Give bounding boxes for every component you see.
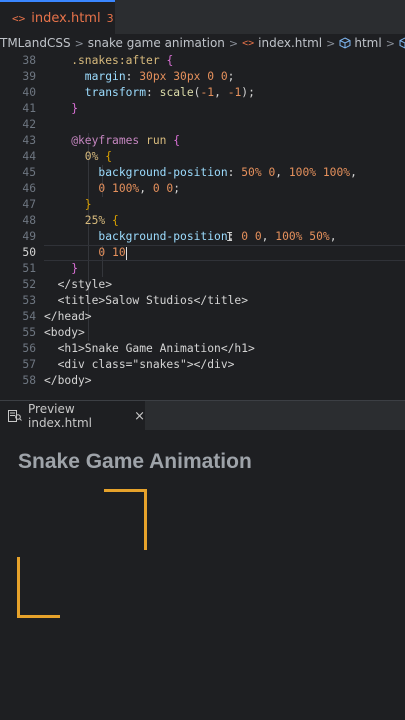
preview-icon: [8, 407, 22, 426]
tab-label: index.html: [31, 10, 101, 26]
breadcrumb-item-file[interactable]: index.html: [258, 36, 322, 50]
line-number: 40: [22, 86, 36, 99]
line-number: 39: [22, 70, 36, 83]
code-text: transform: scale(-1, -1);: [44, 86, 255, 99]
code-line[interactable]: 47 }: [0, 197, 405, 213]
code-text: </body>: [44, 374, 92, 387]
code-text: @keyframes run {: [44, 134, 181, 147]
line-number: 53: [22, 294, 36, 307]
code-text: <h1>Snake Game Animation</h1>: [44, 342, 255, 355]
line-number: 47: [22, 198, 36, 211]
code-line[interactable]: 44 0% {: [0, 149, 405, 165]
code-text: <title>Salow Studios</title>: [44, 294, 249, 307]
line-number: 43: [22, 134, 36, 147]
code-text: .snakes:after {: [44, 54, 174, 67]
line-number: 48: [22, 214, 36, 227]
line-number: 49: [22, 230, 36, 243]
code-text: <div class="snakes"></div>: [44, 358, 235, 371]
preview-pane: Snake Game Animation: [0, 430, 405, 720]
code-line[interactable]: 48 25% {: [0, 213, 405, 229]
code-text: 0 10: [44, 246, 127, 260]
line-number: 57: [22, 358, 36, 371]
chevron-right-icon: >: [385, 36, 395, 50]
close-icon[interactable]: ×: [134, 409, 145, 424]
preview-heading: Snake Game Animation: [18, 450, 252, 473]
line-number: 51: [22, 262, 36, 275]
breadcrumb-item-folder[interactable]: TMLandCSS: [0, 36, 71, 50]
code-line[interactable]: 58 </body>: [0, 373, 405, 389]
html-file-icon: <>: [242, 37, 255, 49]
symbol-cube-icon: [399, 37, 405, 49]
chevron-right-icon: >: [74, 36, 84, 50]
code-line[interactable]: 41 }: [0, 101, 405, 117]
line-number: 42: [22, 118, 36, 131]
breadcrumb-item-subfolder[interactable]: snake game animation: [88, 36, 225, 50]
editor-tab-bar: <> index.html 3: [0, 0, 405, 35]
snake-segment-top: [104, 489, 147, 550]
code-editor[interactable]: I 38 .snakes:after {39 margin: 30px 30px…: [0, 53, 405, 399]
code-line[interactable]: 57 <div class="snakes"></div>: [0, 357, 405, 373]
code-text: <body>: [44, 326, 85, 339]
code-text: background-position: 50% 0, 100% 100%,: [44, 166, 357, 179]
code-text: }: [44, 262, 79, 275]
line-number: 56: [22, 342, 36, 355]
line-number: 44: [22, 150, 36, 163]
code-text: </head>: [44, 310, 92, 323]
line-number: 55: [22, 326, 36, 339]
code-line[interactable]: 52 </style>: [0, 277, 405, 293]
line-number: 50: [22, 246, 36, 259]
symbol-cube-icon: [339, 37, 351, 49]
text-cursor: [125, 246, 127, 260]
code-line[interactable]: 45 background-position: 50% 0, 100% 100%…: [0, 165, 405, 181]
code-line[interactable]: 39 margin: 30px 30px 0 0;: [0, 69, 405, 85]
line-number: 52: [22, 278, 36, 291]
breadcrumb: TMLandCSS > snake game animation > <> in…: [0, 34, 405, 52]
snake-segment-bottom: [17, 557, 60, 618]
code-line[interactable]: 42: [0, 117, 405, 133]
breadcrumb-item-html[interactable]: html: [354, 36, 381, 50]
code-line[interactable]: 50 0 10: [0, 245, 405, 261]
code-text: 0% {: [44, 150, 113, 163]
code-line[interactable]: 43 @keyframes run {: [0, 133, 405, 149]
code-line[interactable]: 53 <title>Salow Studios</title>: [0, 293, 405, 309]
code-text: 0 100%, 0 0;: [44, 182, 181, 195]
line-number: 41: [22, 102, 36, 115]
problems-count-badge: 3: [106, 11, 114, 25]
code-line[interactable]: 51 }: [0, 261, 405, 277]
tab-preview[interactable]: Preview index.html ×: [0, 401, 145, 431]
chevron-right-icon: >: [228, 36, 239, 50]
preview-tab-label: Preview index.html: [28, 402, 92, 430]
line-number: 46: [22, 182, 36, 195]
code-line[interactable]: 40 transform: scale(-1, -1);: [0, 85, 405, 101]
html-file-icon: <>: [12, 11, 26, 25]
code-text: </style>: [44, 278, 113, 291]
preview-tab-bar: Preview index.html ×: [0, 400, 405, 431]
code-line[interactable]: 49 background-position: 0 0, 100% 50%,: [0, 229, 405, 245]
code-line[interactable]: 38 .snakes:after {: [0, 53, 405, 69]
line-number: 58: [22, 374, 36, 387]
code-text: }: [44, 198, 92, 211]
line-number: 38: [22, 54, 36, 67]
line-number: 54: [22, 310, 36, 323]
code-line[interactable]: 54 </head>: [0, 309, 405, 325]
line-number: 45: [22, 166, 36, 179]
code-line[interactable]: 46 0 100%, 0 0;: [0, 181, 405, 197]
code-text: margin: 30px 30px 0 0;: [44, 70, 235, 83]
code-line[interactable]: 56 <h1>Snake Game Animation</h1>: [0, 341, 405, 357]
chevron-right-icon: >: [326, 36, 336, 50]
code-text: background-position: 0 0, 100% 50%,: [44, 230, 337, 243]
code-line[interactable]: 55 <body>: [0, 325, 405, 341]
code-text: }: [44, 102, 79, 115]
tab-index-html[interactable]: <> index.html 3: [0, 0, 115, 34]
code-text: 25% {: [44, 214, 119, 227]
